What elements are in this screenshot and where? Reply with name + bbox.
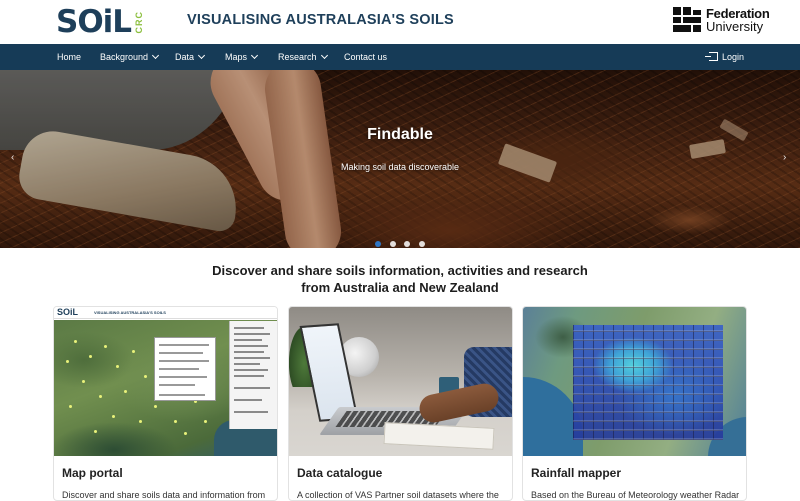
card-text: Based on the Bureau of Meteorology weath…	[531, 490, 740, 500]
carousel-dot[interactable]	[418, 241, 425, 247]
federation-logo-text: Federation University	[706, 7, 770, 34]
nav-item-data[interactable]: Data	[175, 44, 206, 70]
nav-home-label: Home	[57, 52, 82, 62]
nav-item-background[interactable]: Background	[100, 44, 160, 70]
soil-crc-logo[interactable]: SOiL CRC	[56, 4, 144, 40]
site-title: VISUALISING AUSTRALASIA'S SOILS	[187, 12, 454, 28]
nav-item-contact[interactable]: Contact us	[344, 44, 387, 70]
nav-contact-label: Contact us	[344, 52, 388, 62]
nav-item-home[interactable]: Home	[57, 44, 81, 70]
carousel-dot[interactable]	[404, 241, 411, 247]
login-link[interactable]: Login	[705, 44, 745, 70]
hero-overlay	[0, 70, 800, 248]
chevron-down-icon	[250, 51, 259, 60]
thumb-popup	[154, 337, 216, 401]
map-portal-thumbnail: SOiL VISUALISING AUSTRALASIA'S SOILS	[54, 307, 277, 456]
section-heading-line2: from Australia and New Zealand	[301, 280, 499, 295]
carousel-prev-icon[interactable]: ‹	[11, 153, 19, 163]
data-catalogue-thumbnail	[289, 307, 512, 456]
carousel-next-icon[interactable]: ›	[783, 153, 791, 163]
card-text: A collection of VAS Partner soil dataset…	[297, 490, 499, 500]
hero-carousel[interactable]: Findable Making soil data discoverable ‹…	[0, 70, 800, 248]
federation-logo-line2: University	[706, 19, 764, 34]
thumb-logo: SOiL	[57, 307, 79, 317]
card-map-portal[interactable]: SOiL VISUALISING AUSTRALASIA'S SOILS Map…	[53, 306, 278, 501]
card-rainfall-mapper[interactable]: Rainfall mapper Based on the Bureau of M…	[522, 306, 747, 501]
carousel-dot[interactable]	[375, 241, 382, 247]
card-title[interactable]: Rainfall mapper	[531, 466, 621, 480]
carousel-indicators	[0, 234, 800, 248]
federation-university-logo[interactable]: Federation University	[673, 7, 770, 34]
federation-mark-icon	[673, 7, 703, 33]
main-nav: Home Background Data Maps Research Conta…	[0, 44, 800, 70]
card-title[interactable]: Map portal	[62, 466, 123, 480]
nav-item-research[interactable]: Research	[278, 44, 328, 70]
card-title[interactable]: Data catalogue	[297, 466, 382, 480]
section-heading: Discover and share soils information, ac…	[0, 262, 800, 296]
chevron-down-icon	[152, 51, 160, 60]
hero-subtitle: Making soil data discoverable	[340, 162, 460, 172]
section-heading-line1: Discover and share soils information, ac…	[212, 263, 588, 278]
thumb-title: VISUALISING AUSTRALASIA'S SOILS	[94, 310, 166, 315]
nav-research-label: Research	[278, 52, 317, 62]
card-data-catalogue[interactable]: Data catalogue A collection of VAS Partn…	[288, 306, 513, 501]
logo-crc-text: CRC	[134, 10, 145, 34]
carousel-dot[interactable]	[389, 241, 396, 247]
thumb-layer-panel	[229, 321, 277, 429]
hero-title: Findable	[367, 126, 433, 143]
site-header: SOiL CRC VISUALISING AUSTRALASIA'S SOILS…	[0, 0, 800, 44]
chevron-down-icon	[197, 51, 206, 60]
login-icon	[705, 52, 718, 61]
card-text: Discover and share soils data and inform…	[62, 490, 266, 500]
nav-maps-label: Maps	[225, 52, 248, 62]
chevron-down-icon	[320, 51, 328, 60]
nav-data-label: Data	[175, 52, 195, 62]
rainfall-mapper-thumbnail	[523, 307, 746, 456]
nav-background-label: Background	[100, 52, 149, 62]
login-label: Login	[722, 52, 745, 62]
thumb-header: SOiL VISUALISING AUSTRALASIA'S SOILS	[54, 307, 277, 319]
nav-item-maps[interactable]: Maps	[225, 44, 259, 70]
logo-soil-text: SOiL	[56, 4, 132, 40]
